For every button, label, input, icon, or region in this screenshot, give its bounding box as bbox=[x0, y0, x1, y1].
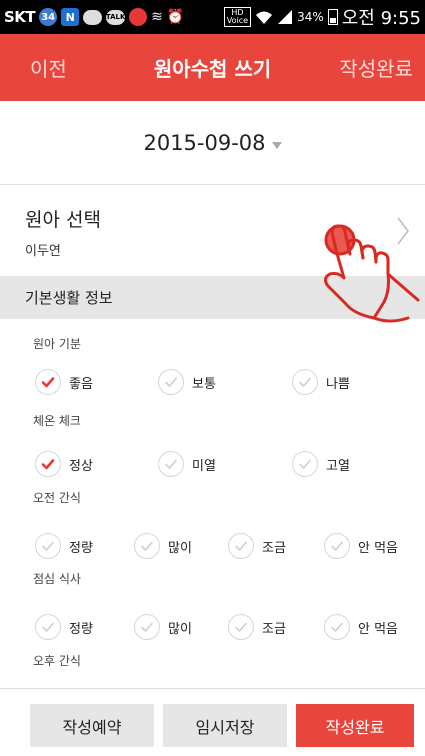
bottom-action-bar: 작성예약 임시저장 작성완료 bbox=[0, 688, 425, 756]
check-off-icon bbox=[228, 614, 254, 640]
group-label: 오전 간식 bbox=[33, 491, 81, 505]
radio-option[interactable]: 많이 bbox=[134, 614, 192, 640]
carrier-label: SKT bbox=[4, 8, 36, 26]
option-label: 안 먹음 bbox=[358, 540, 399, 556]
check-off-icon bbox=[324, 614, 350, 640]
selected-child-name: 이두연 bbox=[25, 244, 61, 259]
option-label: 보통 bbox=[192, 376, 216, 392]
radio-option[interactable]: 좋음 bbox=[35, 369, 93, 395]
option-label: 많이 bbox=[168, 621, 192, 637]
status-bar: SKT 34 N TALK ≋ ⏰ HD Voice 34% 오전 9:55 bbox=[0, 0, 425, 34]
option-label: 고열 bbox=[326, 458, 350, 474]
radio-option[interactable]: 고열 bbox=[292, 451, 350, 477]
header-complete-button[interactable]: 작성완료 bbox=[339, 53, 413, 82]
check-off-icon bbox=[158, 451, 184, 477]
notification-count-badge: 34 bbox=[39, 8, 58, 26]
temp-save-button-label: 임시저장 bbox=[195, 717, 255, 737]
tap-hand-icon bbox=[323, 224, 420, 323]
option-label: 조금 bbox=[262, 540, 286, 556]
kakaotalk-icon: TALK bbox=[106, 9, 125, 25]
radio-option[interactable]: 미열 bbox=[158, 451, 216, 477]
option-label: 많이 bbox=[168, 540, 192, 556]
option-label: 정상 bbox=[69, 458, 93, 474]
radio-option[interactable]: 보통 bbox=[158, 369, 216, 395]
radio-option[interactable]: 안 먹음 bbox=[324, 533, 398, 559]
hd-voice-bottom-label: Voice bbox=[226, 16, 249, 25]
wifi-icon bbox=[256, 11, 273, 24]
radio-option[interactable]: 조금 bbox=[228, 614, 286, 640]
check-off-icon bbox=[292, 451, 318, 477]
nfc-icon: ≋ bbox=[151, 9, 163, 25]
child-select-title: 원아 선택 bbox=[25, 209, 101, 231]
check-on-icon bbox=[35, 369, 61, 395]
complete-button[interactable]: 작성완료 bbox=[296, 704, 414, 747]
reserve-button-label: 작성예약 bbox=[62, 717, 122, 737]
section-title: 기본생활 정보 bbox=[25, 289, 113, 307]
hd-voice-icon: HD Voice bbox=[223, 7, 252, 27]
app-notification-icon bbox=[129, 8, 148, 26]
group-label: 체온 체크 bbox=[33, 414, 81, 428]
radio-option[interactable]: 안 먹음 bbox=[324, 614, 398, 640]
dropdown-arrow-icon bbox=[271, 142, 282, 149]
check-on-icon bbox=[35, 451, 61, 477]
battery-percent: 34% bbox=[297, 10, 324, 24]
option-label: 조금 bbox=[262, 621, 286, 637]
message-icon bbox=[83, 9, 103, 25]
check-off-icon bbox=[35, 614, 61, 640]
complete-button-label: 작성완료 bbox=[325, 717, 385, 737]
naver-app-icon: N bbox=[61, 8, 80, 26]
option-label: 정량 bbox=[69, 621, 93, 637]
date-selector[interactable]: 2015-09-08 bbox=[0, 101, 425, 185]
radio-option[interactable]: 많이 bbox=[134, 533, 192, 559]
radio-option[interactable]: 정량 bbox=[35, 614, 93, 640]
check-off-icon bbox=[324, 533, 350, 559]
option-label: 나쁨 bbox=[326, 376, 350, 392]
app-header: 이전 원아수첩 쓰기 작성완료 bbox=[0, 34, 425, 101]
check-off-icon bbox=[158, 369, 184, 395]
radio-option[interactable]: 조금 bbox=[228, 533, 286, 559]
check-off-icon bbox=[134, 614, 160, 640]
clock: 오전 9:55 bbox=[341, 8, 421, 29]
temp-save-button[interactable]: 임시저장 bbox=[163, 704, 287, 747]
option-label: 미열 bbox=[192, 458, 216, 474]
group-label: 오후 간식 bbox=[33, 654, 81, 668]
group-label: 원아 기분 bbox=[33, 337, 81, 351]
date-value: 2015-09-08 bbox=[143, 130, 266, 155]
radio-option[interactable]: 정량 bbox=[35, 533, 93, 559]
battery-icon bbox=[327, 9, 338, 25]
radio-option[interactable]: 정상 bbox=[35, 451, 93, 477]
option-label: 안 먹음 bbox=[358, 621, 399, 637]
check-off-icon bbox=[134, 533, 160, 559]
option-label: 좋음 bbox=[69, 376, 93, 392]
check-off-icon bbox=[292, 369, 318, 395]
group-label: 점심 식사 bbox=[33, 572, 81, 586]
radio-option[interactable]: 나쁨 bbox=[292, 369, 350, 395]
screen: SKT 34 N TALK ≋ ⏰ HD Voice 34% 오전 9:55 이… bbox=[0, 0, 425, 756]
alarm-icon: ⏰ bbox=[166, 9, 185, 25]
reserve-button[interactable]: 작성예약 bbox=[30, 704, 154, 747]
status-right: HD Voice 34% 오전 9:55 bbox=[223, 4, 421, 30]
check-off-icon bbox=[228, 533, 254, 559]
status-left: SKT 34 N TALK ≋ ⏰ bbox=[4, 8, 184, 26]
check-off-icon bbox=[35, 533, 61, 559]
signal-icon bbox=[278, 10, 293, 24]
option-label: 정량 bbox=[69, 540, 93, 556]
